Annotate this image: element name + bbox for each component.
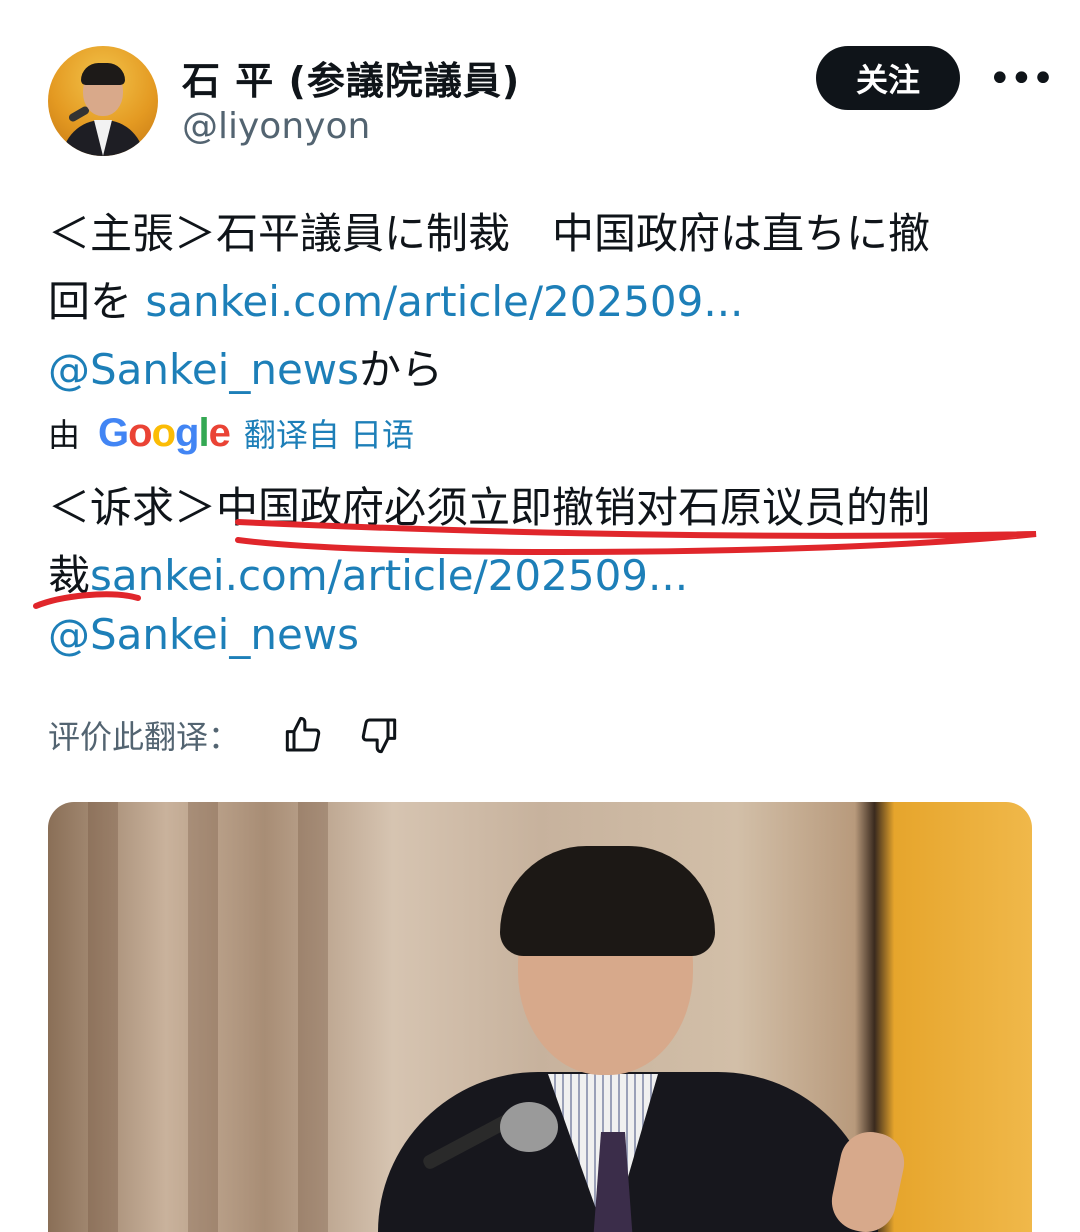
author-handle[interactable]: @liyonyon xyxy=(182,106,370,147)
rate-translation: 评价此翻译： xyxy=(48,712,398,758)
translation-text: 裁 xyxy=(48,551,91,600)
photo-hair xyxy=(500,846,715,956)
avatar[interactable] xyxy=(48,46,158,156)
translation-source-link[interactable]: 翻译自 日语 xyxy=(244,410,414,456)
post-text-suffix: から xyxy=(359,345,444,394)
translation-highlight: 中国政府必须立即撤销对石原议员的制 xyxy=(216,483,931,532)
rate-label: 评价此翻译： xyxy=(48,718,241,756)
translation-prefix: ＜诉求＞ xyxy=(48,483,217,532)
post-line-1: ＜主張＞石平議員に制裁 中国政府は直ちに撤 xyxy=(48,209,931,258)
translation-line-2: 裁sankei.com/article/202509... xyxy=(48,542,688,603)
translation-mention-link[interactable]: @Sankei_news xyxy=(48,610,359,659)
translation-by: 由 xyxy=(48,416,81,454)
post-text: 回を xyxy=(48,277,146,326)
photo-microphone xyxy=(500,1102,558,1152)
thumbs-up-icon[interactable] xyxy=(284,715,324,755)
post-line-3: @Sankei_newsから xyxy=(48,336,443,397)
thumbs-down-icon[interactable] xyxy=(358,715,398,755)
more-icon[interactable]: ••• xyxy=(988,56,1055,102)
translation-article-link[interactable]: sankei.com/article/202509... xyxy=(90,551,688,600)
translation-line-1: ＜诉求＞中国政府必须立即撤销对石原议员的制 xyxy=(48,474,930,535)
avatar-hair xyxy=(81,63,125,85)
curtain-fold xyxy=(298,802,328,1232)
post-photo[interactable] xyxy=(48,802,1032,1232)
follow-button[interactable]: 关注 xyxy=(816,46,960,110)
author-name[interactable]: 石 平 (参議院議員) xyxy=(182,50,520,105)
translation-line-3: @Sankei_news xyxy=(48,610,359,659)
curtain-fold xyxy=(188,802,218,1232)
translation-attribution: 由 Google 翻译自 日语 xyxy=(48,410,414,456)
post-line-2: 回を sankei.com/article/202509... xyxy=(48,268,743,329)
post-mention-link[interactable]: @Sankei_news xyxy=(48,345,359,394)
post-article-link[interactable]: sankei.com/article/202509... xyxy=(145,277,743,326)
curtain-fold xyxy=(88,802,118,1232)
google-logo: Google xyxy=(98,410,231,455)
